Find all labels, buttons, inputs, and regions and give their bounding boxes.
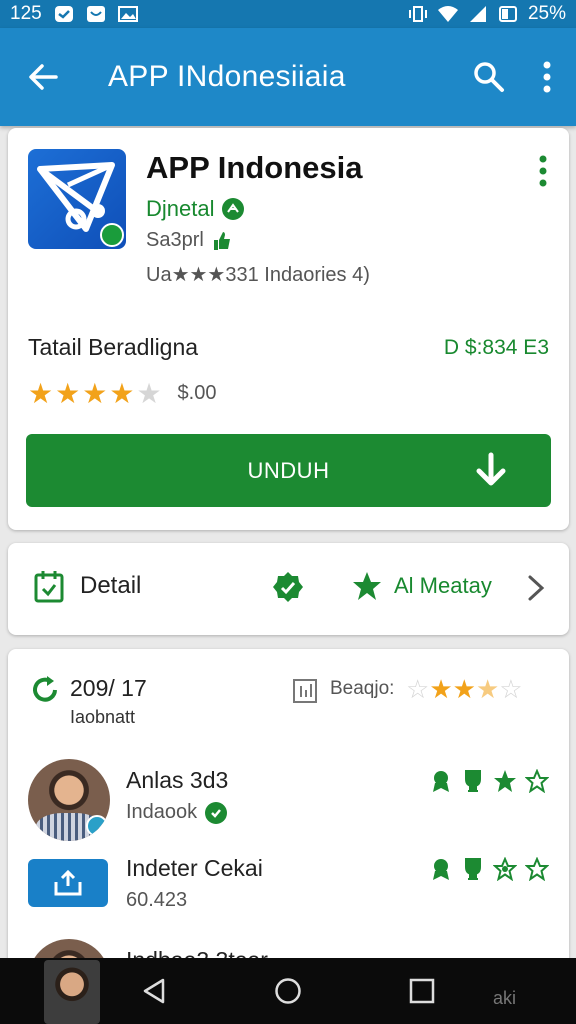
verified-badge-icon: [100, 223, 124, 247]
install-button[interactable]: UNDUH: [26, 434, 551, 507]
search-button[interactable]: [460, 28, 518, 126]
status-time: 125: [10, 3, 42, 24]
battery-icon: [498, 6, 517, 22]
review-item[interactable]: Anlas 3d3 Indaook: [8, 759, 569, 849]
nav-back-button[interactable]: [87, 958, 221, 1024]
avatar: [44, 960, 100, 1024]
star-icon: ★: [28, 378, 54, 409]
refresh-icon: [33, 676, 57, 702]
review-item[interactable]: Indeter Cekai 60.423: [8, 847, 569, 937]
review-sub: Iaobnatt: [70, 707, 136, 727]
app-more-icon[interactable]: [531, 154, 555, 188]
star-empty-icon: ☆: [406, 674, 430, 704]
star-empty-icon: ★: [136, 378, 162, 409]
star-icon: ★: [55, 378, 81, 409]
verified-check-icon: [205, 801, 228, 824]
review-subtitle: Indaook: [126, 801, 198, 823]
avatar-badge-icon: [86, 815, 108, 837]
app-logo: [28, 149, 126, 249]
overflow-menu-button[interactable]: [518, 28, 576, 126]
star-icon: ★: [82, 378, 108, 409]
search-icon: [474, 62, 504, 92]
developer-link[interactable]: Djnetal: [146, 196, 245, 222]
installs-text: Ua★★★331 Indaories 4): [146, 264, 370, 286]
gallery-icon: [117, 6, 138, 22]
star-empty-icon: ☆: [499, 674, 523, 704]
download-arrow-icon: [476, 452, 506, 486]
details-card[interactable]: Detail Al Meatay: [8, 543, 569, 635]
app-bar: APP INdonesiiaia: [0, 28, 576, 126]
rating-stars: ★ ★ ★ ★ ★ $.00: [28, 377, 216, 410]
back-arrow-icon: [29, 64, 58, 90]
calendar-check-icon: [34, 571, 64, 603]
star-outline-icon[interactable]: [525, 857, 549, 881]
install-button-label: UNDUH: [247, 457, 330, 483]
trophy-icon[interactable]: [461, 857, 485, 881]
reviews-card: 209/ 17 Iaobnatt Beaqjo: ☆ ★ ★ ★ ☆ Anlas…: [8, 649, 569, 979]
star-icon: ★: [452, 674, 476, 704]
nav-home-button[interactable]: [221, 958, 355, 1024]
bar-chart-icon: [293, 679, 317, 703]
back-button[interactable]: [0, 28, 86, 126]
review-count: 209/ 17: [70, 675, 147, 701]
share-icon: [28, 859, 108, 907]
star-filled-icon: [353, 572, 381, 600]
notification-icon: [54, 6, 73, 22]
wifi-icon: [437, 6, 458, 22]
review-name: Anlas 3d3: [126, 767, 229, 793]
review-rating-stars: ☆ ★ ★ ★ ☆: [406, 674, 523, 705]
nav-right-text: aki: [492, 988, 516, 1008]
review-subtitle: 60.423: [126, 889, 188, 911]
info-title: Tatail Beradligna: [28, 334, 199, 360]
recents-square-icon: [409, 978, 435, 1004]
developer-name: Djnetal: [146, 196, 215, 221]
award-icon[interactable]: [429, 857, 453, 881]
certificate-icon[interactable]: [493, 857, 517, 881]
developer-badge-icon: [222, 198, 245, 220]
review-subtitle-row: Indaook: [126, 801, 228, 824]
category-label: Sa3prl: [146, 229, 204, 251]
page-title: APP INdonesiiaia: [108, 60, 346, 93]
star-badge-icon[interactable]: [493, 769, 517, 793]
price-info: D $:834 E3: [443, 336, 549, 359]
vibrate-icon: [408, 6, 427, 22]
more-vert-icon: [543, 61, 551, 93]
message-icon: [86, 6, 105, 22]
review-actions: [429, 857, 549, 881]
home-circle-icon: [275, 978, 301, 1004]
details-label: Detail: [80, 572, 142, 599]
category-row: Sa3prl: [146, 229, 232, 252]
review-actions: [429, 769, 549, 793]
review-subtitle-row: 60.423: [126, 889, 187, 912]
review-name: Indeter Cekai: [126, 855, 263, 881]
star-outline-icon[interactable]: [525, 769, 549, 793]
chevron-right-icon: [528, 575, 545, 601]
back-triangle-icon: [143, 978, 165, 1004]
award-icon[interactable]: [429, 769, 453, 793]
app-header-card: APP Indonesia Djnetal Sa3prl Ua★★★331 In…: [8, 128, 569, 530]
thumb-up-icon: [213, 231, 230, 250]
star-half-icon: ★: [475, 674, 500, 704]
app-name: APP Indonesia: [146, 150, 363, 185]
avatar: [28, 759, 110, 841]
battery-level: 25%: [527, 3, 566, 24]
star-icon: ★: [429, 674, 453, 704]
review-rating-label: Beaqjo:: [330, 678, 395, 699]
signal-icon: [469, 6, 486, 22]
meta-label: Al Meatay: [394, 573, 492, 598]
price-text: $.00: [177, 382, 217, 404]
trophy-icon[interactable]: [461, 769, 485, 793]
star-icon: ★: [109, 378, 135, 409]
award-badge-icon: [273, 572, 303, 602]
status-bar: 125 25%: [0, 0, 576, 28]
nav-recents-button[interactable]: [355, 958, 489, 1024]
